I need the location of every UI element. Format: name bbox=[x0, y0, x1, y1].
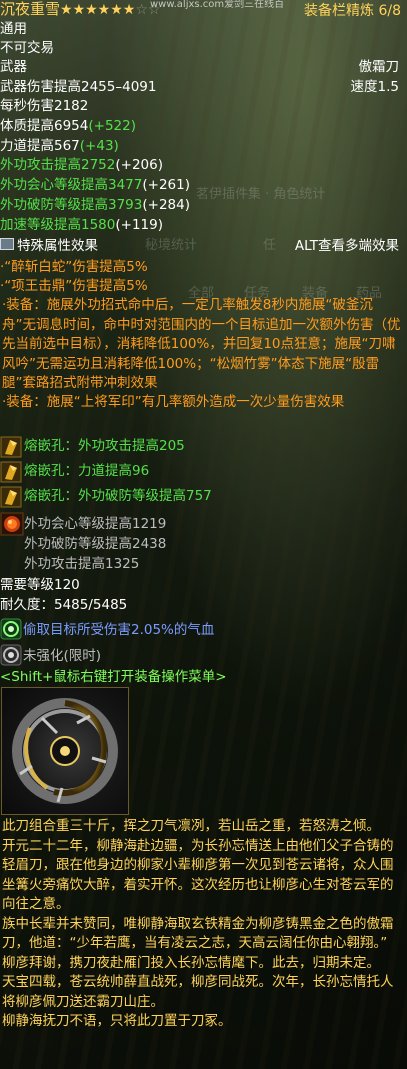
gem-slot-1-text: 熔嵌孔：外功攻击提高205 bbox=[24, 438, 185, 454]
five-color-stone-icon[interactable] bbox=[0, 512, 24, 536]
refine-slot-label: 装备栏精炼 6/8 bbox=[304, 3, 401, 19]
item-tooltip: 沉夜重雪★★★★★★☆☆ www.aljxs.com爱剑三在线百 装备栏精炼 6… bbox=[0, 0, 407, 1069]
set-effect-2: ·装备：施展“上将军印”有几率额外造成一次少量伤害效果 bbox=[2, 394, 345, 410]
required-level: 需要等级120 bbox=[0, 577, 80, 593]
gold-gem-icon bbox=[0, 461, 22, 483]
plugin-tab-char: 任 bbox=[263, 238, 277, 253]
blade-ring-image bbox=[12, 698, 118, 804]
inlay-line-1: 外功会心等级提高1219 bbox=[24, 516, 167, 532]
alt-hint: ALT查看多端效果 bbox=[294, 238, 399, 254]
weapon-artwork bbox=[1, 687, 129, 815]
attr-strength: 力道提高567(+43) bbox=[0, 138, 119, 154]
special-effects-title: 特殊属性效果 bbox=[17, 238, 98, 254]
site-watermark: www.aljxs.com爱剑三在线百 bbox=[150, 0, 285, 10]
stars-filled: ★★★★★★ bbox=[60, 2, 136, 18]
weapon-name: 傲霜刀 bbox=[358, 59, 400, 75]
description-paragraph-1: 此刀组合重三十斤，挥之刀气凛冽，若山岳之重，若怒涛之倾。 bbox=[2, 818, 380, 834]
special-effects-header: 特殊属性效果 bbox=[0, 237, 98, 257]
set-effect-1: ·装备：施展外功招式命中后，一定几率触发8秒内施展“破釜沉舟”无调息时间，命中时… bbox=[2, 297, 401, 391]
enhance-status: 未强化(限时) bbox=[23, 648, 102, 664]
gem-slot-3[interactable]: 熔嵌孔：外功破防等级提高757 bbox=[0, 486, 400, 508]
attr-haste: 加速等级提高1580(+119) bbox=[0, 217, 163, 233]
damage-per-second: 每秒伤害2182 bbox=[0, 98, 89, 114]
shift-menu-hint: <Shift+鼠标右键打开装备操作菜单> bbox=[0, 669, 227, 685]
special-line-2: ·“项王击鼎”伤害提高5% bbox=[0, 278, 148, 294]
plugin-stats-title: 茗伊插件集 · 角色统计 bbox=[196, 187, 326, 202]
durability: 耐久度：5485/5485 bbox=[0, 597, 128, 613]
trade-status: 不可交易 bbox=[0, 40, 54, 56]
gem-slot-2[interactable]: 熔嵌孔：力道提高96 bbox=[0, 461, 400, 483]
inlay-line-3: 外功攻击提高1325 bbox=[24, 556, 140, 572]
description-paragraph-2: 开元二十二年，柳静海赴边疆，为长孙忘情送上由他们父子合铸的轻眉刀，跟在他身边的柳… bbox=[2, 837, 394, 913]
item-type: 通用 bbox=[0, 21, 27, 37]
description-paragraph-4: 柳彦拜谢，携刀夜赴雁门投入长孙忘情麾下。此去，归期未定。 bbox=[2, 954, 380, 971]
gold-gem-icon bbox=[0, 486, 22, 508]
gold-gem-icon bbox=[0, 436, 22, 458]
enchant-icon bbox=[0, 618, 22, 640]
description-paragraph-6: 柳静海抚刀不语，只将此刀置于刀冢。 bbox=[2, 1013, 232, 1029]
item-description: 此刀组合重三十斤，挥之刀气凛冽，若山岳之重，若怒涛之倾。 开元二十二年，柳静海赴… bbox=[2, 817, 402, 1032]
monitor-icon bbox=[0, 238, 14, 250]
gem-slot-2-text: 熔嵌孔：力道提高96 bbox=[24, 463, 150, 479]
enhance-icon bbox=[0, 644, 22, 666]
description-paragraph-5: 天宝四载，苍云统帅薛直战死，柳彦同战死。次年，长孙忘情托人将柳彦佩刀送还霸刀山庄… bbox=[2, 974, 394, 1010]
inlay-line-2: 外功破防等级提高2438 bbox=[24, 536, 167, 552]
item-name: 沉夜重雪 bbox=[0, 0, 61, 18]
special-line-1: ·“醉斩白蛇”伤害提高5% bbox=[0, 259, 148, 275]
attr-constitution: 体质提高6954(+522) bbox=[0, 118, 136, 134]
item-category: 武器 bbox=[0, 59, 27, 75]
gem-slot-3-text: 熔嵌孔：外功破防等级提高757 bbox=[24, 488, 212, 504]
attr-attack: 外功攻击提高2752(+206) bbox=[0, 157, 163, 173]
attr-crit: 外功会心等级提高3477(+261) bbox=[0, 177, 190, 193]
attack-speed: 速度1.5 bbox=[350, 79, 399, 95]
star-rating: ★★★★★★☆☆ bbox=[60, 2, 160, 18]
plugin-secret-stats: 秘境统计 bbox=[145, 238, 198, 253]
description-paragraph-3: 族中长辈并未赞同，唯柳静海取玄铁精金为柳彦铸黑金之色的傲霜刀，他道：“少年若鹰，… bbox=[2, 915, 394, 952]
item-title-row: 沉夜重雪★★★★★★☆☆ bbox=[0, 0, 160, 21]
gem-slot-1[interactable]: 熔嵌孔：外功攻击提高205 bbox=[0, 436, 400, 458]
enchant-effect: 偷取目标所受伤害2.05%的气血 bbox=[23, 622, 215, 638]
weapon-damage: 武器伤害提高2455–4091 bbox=[0, 79, 157, 95]
attr-overcome: 外功破防等级提高3793(+284) bbox=[0, 197, 190, 213]
